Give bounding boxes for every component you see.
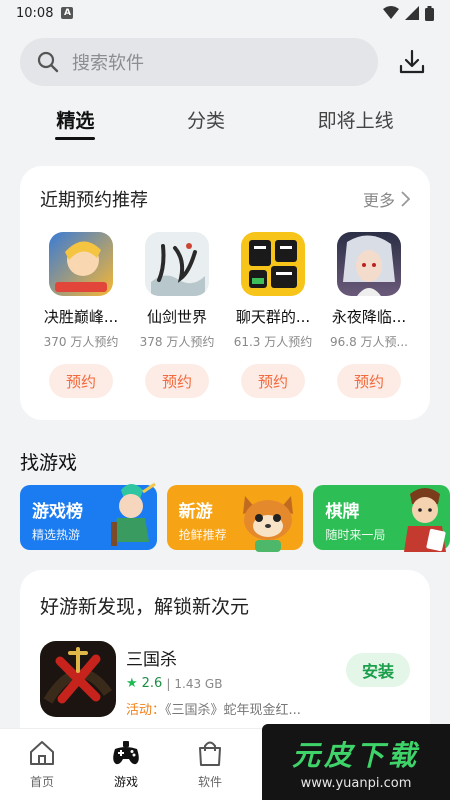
activity-label: 活动： <box>126 703 166 718</box>
nav-software[interactable]: 软件 <box>168 739 252 790</box>
game-activity: 活动：《三国杀》蛇年现金红... <box>126 699 346 718</box>
section-title: 近期预约推荐 <box>40 190 148 211</box>
game-size: 1.43 GB <box>174 676 223 691</box>
app-item[interactable]: 永夜降临... 96.8 万人预... 预约 <box>328 232 410 398</box>
app-reserve-count: 96.8 万人预... <box>330 335 408 349</box>
character-illustration <box>110 482 156 546</box>
app-name: 聊天群的... <box>235 308 311 326</box>
activity-text: 《三国杀》蛇年现金红... <box>165 703 301 718</box>
search-icon <box>37 51 59 73</box>
more-link[interactable]: 更多 <box>363 187 410 211</box>
reserve-recommend-card: 近期预约推荐 更多 决胜巅峰... 370 万人预约 预约 仙剑世界 378 万… <box>20 166 430 420</box>
app-reserve-count: 61.3 万人预约 <box>233 335 313 349</box>
game-rating: 2.6 <box>141 676 163 691</box>
game-name: 三国杀 <box>126 650 177 670</box>
nav-home[interactable]: 首页 <box>0 739 84 790</box>
home-icon <box>30 741 54 765</box>
tab-coming-soon[interactable]: 即将上线 <box>308 106 404 140</box>
download-button[interactable] <box>392 42 432 82</box>
reserve-button[interactable]: 预约 <box>49 364 113 398</box>
nav-games[interactable]: 游戏 <box>84 739 168 790</box>
notification-icon: A <box>61 7 74 19</box>
raccoon-illustration <box>243 496 294 552</box>
discover-title: 好游新发现，解锁新次元 <box>40 596 250 618</box>
nav-label: 首页 <box>29 775 54 789</box>
top-tabs: 精选 分类 即将上线 <box>0 106 450 148</box>
search-row: 搜索软件 <box>0 26 450 86</box>
download-icon <box>399 49 425 74</box>
app-reserve-count: 370 万人预约 <box>43 335 119 349</box>
tab-label: 即将上线 <box>317 110 394 132</box>
nav-label: 游戏 <box>113 775 138 789</box>
list-item[interactable]: 三国杀 ★ 2.6 | 1.43 GB 活动：《三国杀》蛇年现金红... 安装 <box>40 641 410 718</box>
reserve-button[interactable]: 预约 <box>337 364 401 398</box>
star-icon: ★ <box>126 676 138 691</box>
gamepad-icon <box>113 741 139 765</box>
app-item[interactable]: 聊天群的... 61.3 万人预约 预约 <box>232 232 314 398</box>
watermark-url: www.yuanpi.com <box>300 775 412 791</box>
reserve-button[interactable]: 预约 <box>145 364 209 398</box>
app-name: 仙剑世界 <box>146 308 207 326</box>
tab-label: 精选 <box>56 110 95 132</box>
shopping-bag-icon <box>199 741 221 766</box>
game-icon-sanguosha[interactable] <box>40 641 116 717</box>
tile-game-rank[interactable]: 游戏榜 精选热游 <box>20 482 157 550</box>
watermark-brand: 元皮下载 <box>291 738 420 772</box>
game-meta: ★ 2.6 | 1.43 GB <box>126 676 346 691</box>
app-name: 决胜巅峰... <box>43 308 119 326</box>
app-item[interactable]: 仙剑世界 378 万人预约 预约 <box>136 232 218 398</box>
app-icon-juesheng[interactable] <box>49 232 113 296</box>
watermark-logo: 元皮下载 www.yuanpi.com <box>262 724 450 800</box>
chevron-right-icon <box>401 191 410 207</box>
status-time: 10:08 <box>16 5 54 21</box>
wifi-icon <box>383 6 399 19</box>
app-reserve-count: 378 万人预约 <box>139 335 215 349</box>
app-icon-liaotianqun[interactable] <box>241 232 305 296</box>
search-input[interactable]: 搜索软件 <box>20 38 378 86</box>
tab-categories[interactable]: 分类 <box>177 106 235 140</box>
install-button[interactable]: 安装 <box>346 653 410 687</box>
tab-featured[interactable]: 精选 <box>46 106 104 140</box>
find-games-row: 游戏榜 精选热游 新游 抢鲜推荐 棋牌 随时来一局 <box>20 482 450 552</box>
app-icon-yongye[interactable] <box>337 232 401 296</box>
tile-new-games[interactable]: 新游 抢鲜推荐 <box>166 485 304 552</box>
battery-icon <box>425 5 434 21</box>
search-placeholder: 搜索软件 <box>72 53 144 74</box>
signal-icon <box>405 6 419 20</box>
nav-label: 软件 <box>197 775 222 789</box>
reserve-button[interactable]: 预约 <box>241 364 305 398</box>
player-illustration <box>404 488 447 552</box>
tab-label: 分类 <box>186 110 225 132</box>
app-item[interactable]: 决胜巅峰... 370 万人预约 预约 <box>40 232 122 398</box>
tile-chess-cards[interactable]: 棋牌 随时来一局 <box>313 485 450 552</box>
find-games-title: 找游戏 <box>20 452 78 474</box>
app-icon-xianjian[interactable] <box>145 232 209 296</box>
meta-divider: | <box>166 676 171 691</box>
app-name: 永夜降临... <box>331 308 407 326</box>
more-label: 更多 <box>362 191 395 210</box>
status-bar: 10:08 A <box>0 0 450 26</box>
